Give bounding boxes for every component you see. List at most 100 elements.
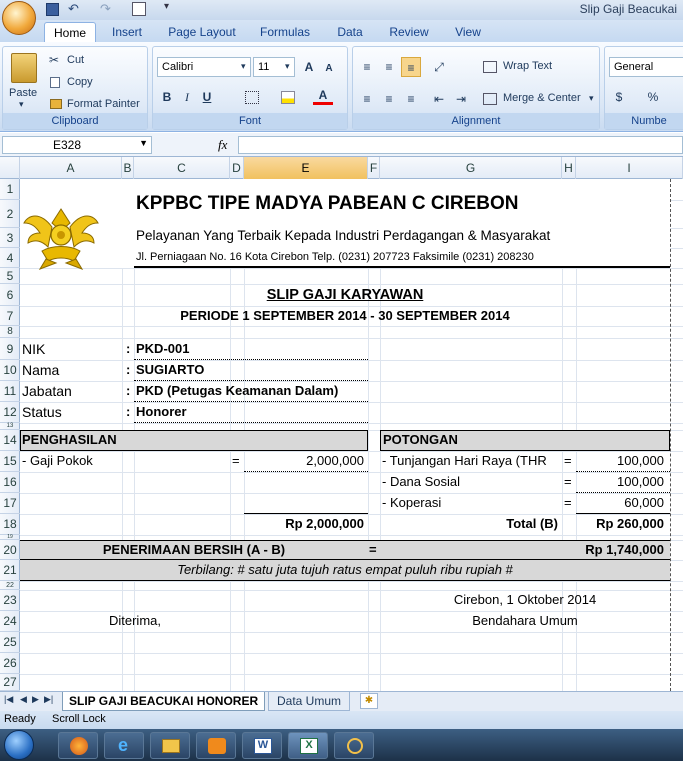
row-header[interactable]: 13: [0, 423, 20, 430]
cut-button[interactable]: Cut: [67, 54, 84, 66]
diterima-label[interactable]: Diterima,: [20, 611, 250, 631]
prev-sheet-icon[interactable]: ◀: [20, 694, 27, 705]
font-color-icon[interactable]: A: [313, 85, 333, 105]
status-value[interactable]: Honorer: [136, 402, 187, 422]
column-header[interactable]: I: [576, 157, 683, 179]
name-box-dropdown-icon[interactable]: ▼: [139, 138, 148, 148]
copy-icon[interactable]: [50, 77, 60, 88]
place-date[interactable]: Cirebon, 1 Oktober 2014: [380, 590, 670, 610]
next-sheet-icon[interactable]: ▶: [32, 694, 39, 705]
number-format-select[interactable]: General: [609, 57, 683, 77]
redo-icon[interactable]: ↷: [100, 1, 111, 17]
gaji-pokok-label[interactable]: - Gaji Pokok: [22, 451, 93, 471]
align-bottom-icon[interactable]: ≡: [401, 57, 421, 77]
total-b-label[interactable]: Total (B): [380, 514, 558, 534]
row-header[interactable]: 15: [0, 451, 20, 472]
jabatan-value[interactable]: PKD (Petugas Keamanan Dalam): [136, 381, 338, 401]
row-header[interactable]: 24: [0, 611, 20, 632]
status-label[interactable]: Status: [22, 402, 62, 422]
nik-label[interactable]: NIK: [22, 339, 45, 359]
koperasi-label[interactable]: - Koperasi: [382, 493, 441, 513]
wrap-text-button[interactable]: Wrap Text: [503, 60, 552, 72]
potongan-header[interactable]: POTONGAN: [383, 430, 458, 450]
align-right-icon[interactable]: ≡: [401, 89, 421, 109]
tab-formulas[interactable]: Formulas: [254, 22, 316, 42]
start-button-icon[interactable]: [4, 730, 34, 760]
row-header[interactable]: 3: [0, 228, 20, 248]
increase-indent-icon[interactable]: ⇥: [451, 89, 471, 109]
row-header[interactable]: 12: [0, 402, 20, 423]
borders-icon[interactable]: [245, 91, 259, 104]
tab-data[interactable]: Data: [330, 22, 370, 42]
grow-font-icon[interactable]: A: [299, 57, 319, 77]
ie-icon[interactable]: e: [104, 732, 144, 759]
formula-input[interactable]: [238, 136, 683, 154]
row-header[interactable]: 16: [0, 472, 20, 493]
tab-page-layout[interactable]: Page Layout: [164, 22, 240, 42]
font-name-select[interactable]: Calibri: [157, 57, 251, 77]
row-header[interactable]: 14: [0, 430, 20, 451]
slip-title[interactable]: SLIP GAJI KARYAWAN: [20, 284, 670, 306]
column-header[interactable]: B: [122, 157, 134, 179]
bersih-label[interactable]: PENERIMAAN BERSIH (A - B): [20, 540, 368, 560]
paste-dropdown-icon[interactable]: ▾: [19, 99, 24, 110]
office-button[interactable]: [2, 1, 36, 35]
dana-sosial-value[interactable]: 100,000: [576, 472, 664, 492]
row-header[interactable]: 6: [0, 284, 20, 306]
last-sheet-icon[interactable]: ▶|: [44, 694, 53, 705]
period[interactable]: PERIODE 1 SEPTEMBER 2014 - 30 SEPTEMBER …: [20, 306, 670, 326]
worksheet-grid[interactable]: KPPBC TIPE MADYA PABEAN C CIREBON Pelaya…: [20, 179, 683, 691]
row-header[interactable]: 1: [0, 179, 20, 200]
tab-insert[interactable]: Insert: [104, 22, 150, 42]
row-header[interactable]: 18: [0, 514, 20, 535]
copy-button[interactable]: Copy: [67, 76, 93, 88]
cut-icon[interactable]: ✂: [49, 53, 59, 67]
column-header[interactable]: A: [20, 157, 122, 179]
merge-center-button[interactable]: Merge & Center: [503, 92, 581, 104]
column-header[interactable]: D: [230, 157, 244, 179]
row-header[interactable]: 23: [0, 590, 20, 611]
row-header[interactable]: 26: [0, 653, 20, 674]
paste-button[interactable]: Paste: [9, 87, 37, 99]
row-header[interactable]: 4: [0, 248, 20, 268]
media-player-icon[interactable]: [196, 732, 236, 759]
dana-sosial-label[interactable]: - Dana Sosial: [382, 472, 460, 492]
first-sheet-icon[interactable]: |◀: [4, 694, 13, 705]
penghasilan-header[interactable]: PENGHASILAN: [22, 430, 117, 450]
underline-button[interactable]: U: [197, 87, 217, 107]
row-header[interactable]: 10: [0, 360, 20, 381]
row-header[interactable]: 21: [0, 560, 20, 581]
sheet-tab-active[interactable]: SLIP GAJI BEACUKAI HONORER: [62, 692, 266, 711]
row-header[interactable]: 27: [0, 674, 20, 691]
gaji-pokok-value[interactable]: 2,000,000: [244, 451, 364, 471]
align-left-icon[interactable]: ≡: [357, 89, 377, 109]
org-address[interactable]: Jl. Perniagaan No. 16 Kota Cirebon Telp.…: [136, 247, 534, 267]
shrink-font-icon[interactable]: A: [319, 59, 339, 79]
save-icon[interactable]: [46, 3, 59, 16]
font-name-dropdown-icon[interactable]: ▾: [241, 61, 246, 72]
fx-icon[interactable]: fx: [218, 137, 227, 153]
tab-view[interactable]: View: [448, 22, 488, 42]
italic-button[interactable]: I: [177, 87, 197, 107]
nik-value[interactable]: PKD-001: [136, 339, 189, 359]
terbilang[interactable]: Terbilang: # satu juta tujuh ratus empat…: [20, 560, 670, 580]
column-header[interactable]: F: [368, 157, 380, 179]
wrap-text-icon[interactable]: [483, 61, 497, 73]
total-a-value[interactable]: Rp 2,000,000: [244, 514, 364, 534]
tab-review[interactable]: Review: [384, 22, 434, 42]
row-header[interactable]: 17: [0, 493, 20, 514]
row-header[interactable]: 5: [0, 268, 20, 284]
column-header[interactable]: C: [134, 157, 230, 179]
row-header[interactable]: 7: [0, 306, 20, 326]
undo-icon[interactable]: ↶: [68, 1, 79, 17]
qat-dropdown-icon[interactable]: ▾: [164, 1, 169, 12]
column-header[interactable]: H: [562, 157, 576, 179]
word-icon[interactable]: W: [242, 732, 282, 759]
nama-label[interactable]: Nama: [22, 360, 59, 380]
total-b-value[interactable]: Rp 260,000: [576, 514, 664, 534]
app-icon[interactable]: [334, 732, 374, 759]
bold-button[interactable]: B: [157, 87, 177, 107]
row-header[interactable]: 25: [0, 632, 20, 653]
explorer-icon[interactable]: [150, 732, 190, 759]
merge-center-icon[interactable]: [483, 93, 497, 105]
